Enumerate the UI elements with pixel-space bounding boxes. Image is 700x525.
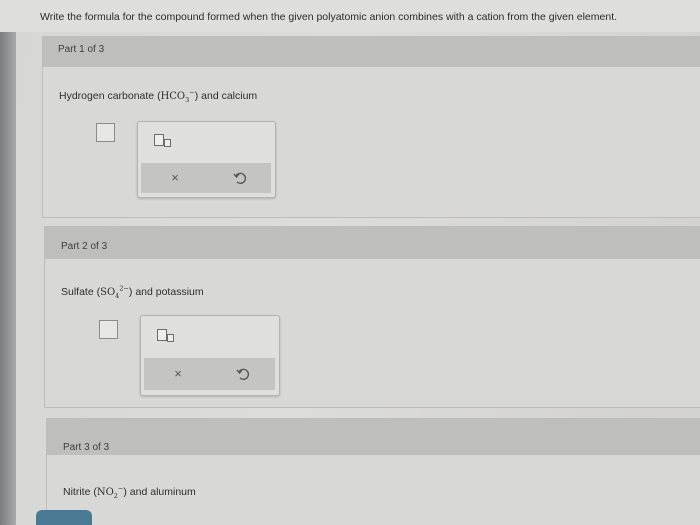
instructions-bar: Write the formula for the compound forme… <box>0 0 700 32</box>
undo-icon[interactable] <box>232 170 248 186</box>
part-2-header <box>45 227 700 259</box>
subscript-template-icon[interactable] <box>157 329 175 343</box>
stage: Write the formula for the compound forme… <box>0 0 700 525</box>
part-1-label: Part 1 of 3 <box>58 44 105 55</box>
part-2-answer-box[interactable] <box>99 320 118 339</box>
part-3-prompt-end: ) and aluminum <box>123 486 196 498</box>
part-3-label: Part 3 of 3 <box>63 442 110 453</box>
x-icon[interactable]: × <box>170 366 186 382</box>
part-2-label: Part 2 of 3 <box>61 241 108 252</box>
part-1-formula-base: HCO <box>160 91 186 102</box>
part-3-prompt: Nitrite (NO2−) and aluminum <box>63 485 196 500</box>
x-icon[interactable]: × <box>167 170 183 186</box>
part-1-formula: HCO3− <box>160 89 195 104</box>
part-2-prompt: Sulfate (SO42−) and potassium <box>61 284 204 300</box>
part-2-formula-base: SO <box>100 287 116 298</box>
part-3-formula-sub: 2 <box>113 492 118 500</box>
part-1-palette: × <box>137 121 276 198</box>
part-2-prompt-end: ) and potassium <box>128 286 204 298</box>
instructions-text: Write the formula for the compound forme… <box>40 11 618 23</box>
part-2-palette-toolbar: × <box>144 358 275 390</box>
subscript-template-icon[interactable] <box>154 134 172 148</box>
left-edge <box>0 0 16 525</box>
part-3-formula: NO2− <box>96 485 124 500</box>
undo-icon[interactable] <box>235 366 251 382</box>
part-1-prompt-start: Hydrogen carbonate ( <box>59 90 161 102</box>
check-button[interactable] <box>36 510 92 525</box>
part-3-prompt-start: Nitrite ( <box>63 486 97 498</box>
part-2-formula-sup: 2− <box>119 284 129 293</box>
part-1-answer-box[interactable] <box>96 123 115 142</box>
part-1-prompt-end: ) and calcium <box>194 90 258 102</box>
part-2-formula-sub: 4 <box>115 292 120 300</box>
part-1-palette-toolbar: × <box>141 163 271 193</box>
part-3-header <box>47 419 700 455</box>
part-1-header <box>43 37 700 67</box>
part-2-formula: SO42− <box>100 284 129 300</box>
part-1-prompt: Hydrogen carbonate (HCO3−) and calcium <box>59 89 258 104</box>
part-1-formula-sub: 3 <box>185 96 190 104</box>
part-2-prompt-start: Sulfate ( <box>61 286 101 298</box>
part-2-palette: × <box>140 315 280 396</box>
part-3-formula-base: NO <box>96 487 114 498</box>
